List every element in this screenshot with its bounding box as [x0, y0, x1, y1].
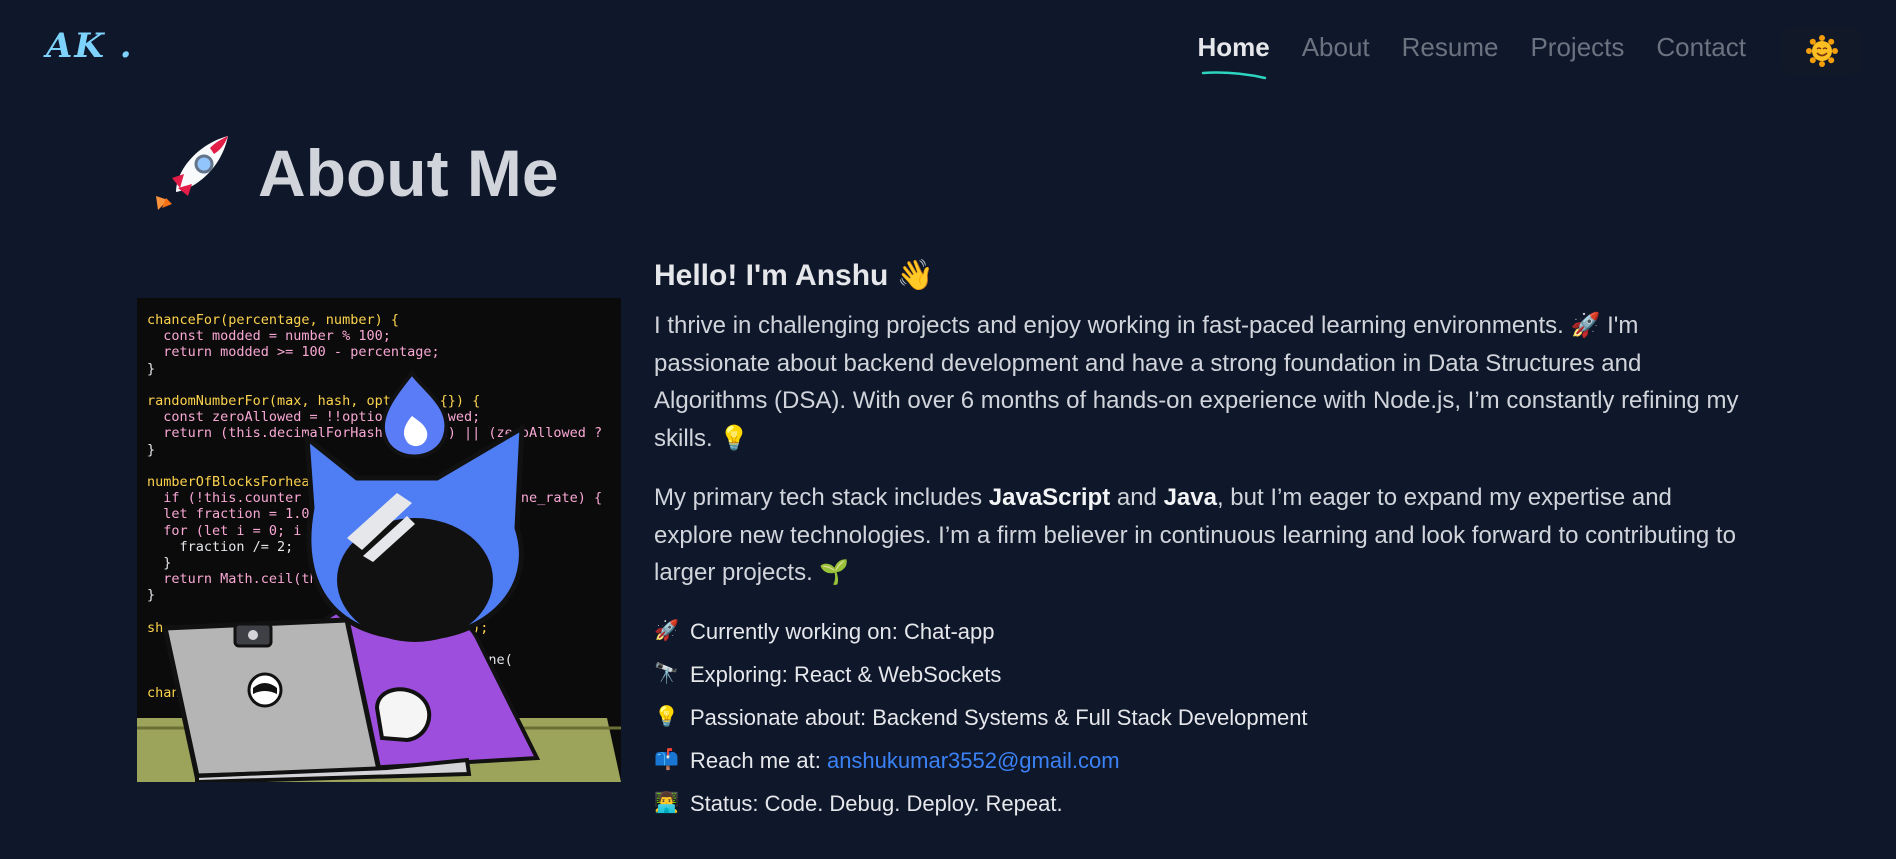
fact-text: Status: Code. Debug. Deploy. Repeat.	[690, 790, 1063, 816]
developer-illustration: chanceFor(percentage, number) { const mo…	[137, 298, 621, 782]
top-nav: AK . Home About Resume Projects Contact	[0, 0, 1896, 100]
lightbulb-icon: 💡	[654, 705, 679, 728]
fact-list: 🚀 Currently working on: Chat-app 🔭 Explo…	[654, 610, 1754, 825]
about-title: About Me	[258, 136, 559, 210]
about-content: Hello! I'm Anshu 👋 I thrive in challengi…	[654, 258, 1754, 825]
technologist-icon: 👨‍💻	[654, 791, 679, 814]
mailbox-icon: 📫	[654, 748, 679, 771]
fact-text: Passionate about: Backend Systems & Full…	[690, 704, 1308, 730]
fact-working-on: 🚀 Currently working on: Chat-app	[654, 610, 1754, 653]
fact-text: Exploring: React & WebSockets	[690, 661, 1002, 687]
fact-exploring: 🔭 Exploring: React & WebSockets	[654, 653, 1754, 696]
fact-text: Currently working on: Chat-app	[690, 618, 995, 644]
nav-links: Home About Resume Projects Contact	[1197, 32, 1746, 80]
nav-about[interactable]: About	[1302, 32, 1370, 63]
tech-text-c: and	[1110, 484, 1164, 511]
page-title: About Me	[148, 130, 559, 216]
tech-stack-paragraph: My primary tech stack includes JavaScrip…	[654, 479, 1754, 592]
nav-contact[interactable]: Contact	[1656, 32, 1746, 63]
developer-cat-illustration	[137, 369, 621, 782]
fact-contact: 📫 Reach me at: anshukumar3552@gmail.com	[654, 739, 1754, 782]
theme-toggle-button[interactable]	[1782, 28, 1862, 74]
greeting-heading: Hello! I'm Anshu 👋	[654, 258, 1754, 293]
fact-text: Reach me at: anshukumar3552@gmail.com	[690, 739, 1120, 782]
intro-paragraph: I thrive in challenging projects and enj…	[654, 312, 1739, 452]
waving-hand-icon: 👋	[896, 259, 935, 292]
tech-text-a: My primary tech stack includes	[654, 484, 989, 511]
tech-java: Java	[1163, 484, 1217, 511]
email-link[interactable]: anshukumar3552@gmail.com	[827, 748, 1120, 773]
telescope-icon: 🔭	[654, 662, 679, 685]
fact-status: 👨‍💻 Status: Code. Debug. Deploy. Repeat.	[654, 782, 1754, 825]
fact-passionate: 💡 Passionate about: Backend Systems & Fu…	[654, 696, 1754, 739]
nav-home[interactable]: Home	[1197, 32, 1270, 80]
greeting-text: Hello! I'm Anshu	[654, 259, 889, 292]
nav-home-label: Home	[1197, 32, 1270, 62]
rocket-icon	[156, 136, 228, 210]
active-underline	[1202, 71, 1267, 80]
sun-icon	[1806, 35, 1838, 67]
reach-label: Reach me at:	[690, 747, 827, 773]
tech-javascript: JavaScript	[988, 484, 1111, 511]
nav-resume[interactable]: Resume	[1402, 32, 1499, 63]
rocket-icon: 🚀	[654, 619, 679, 642]
nav-projects[interactable]: Projects	[1530, 32, 1624, 63]
site-logo[interactable]: AK .	[46, 26, 134, 66]
